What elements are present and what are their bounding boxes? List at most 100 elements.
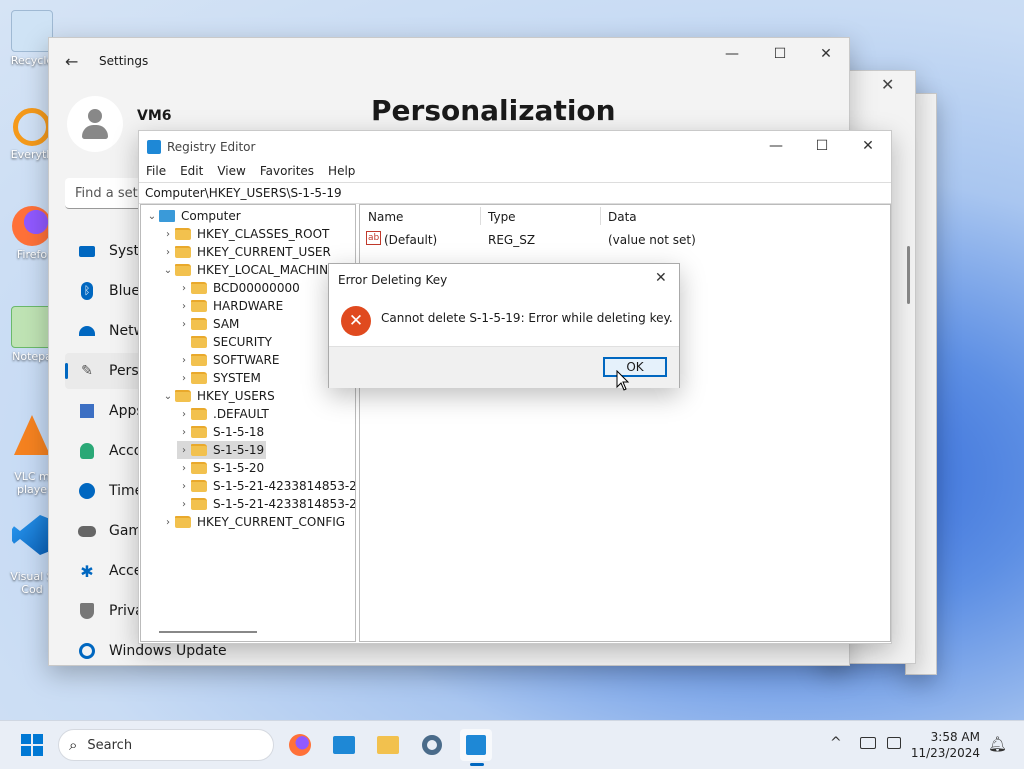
window-title: Registry Editor xyxy=(167,140,256,154)
person-icon xyxy=(77,441,97,461)
page-title: Personalization xyxy=(371,94,616,127)
folder-icon xyxy=(175,516,191,528)
notification-bell-icon[interactable]: 🔔︎ xyxy=(988,735,1007,753)
chevron-right-icon[interactable]: › xyxy=(177,301,191,312)
taskbar-task-manager[interactable] xyxy=(328,729,360,761)
tree-item[interactable]: › SOFTWARE xyxy=(177,351,279,369)
tree-item[interactable]: › S-1-5-21-4233814853-2264 xyxy=(177,477,355,495)
start-button[interactable] xyxy=(16,729,48,761)
chevron-right-icon[interactable]: › xyxy=(177,463,191,474)
search-input[interactable]: Find a sett xyxy=(65,178,145,209)
search-placeholder: Find a sett xyxy=(75,185,143,201)
chevron-right-icon[interactable]: › xyxy=(177,481,191,492)
folder-icon xyxy=(175,246,191,258)
vlc-cone-icon xyxy=(14,415,50,455)
horizontal-scrollbar[interactable] xyxy=(159,631,257,633)
tree-item[interactable]: › SYSTEM xyxy=(177,369,261,387)
minimize-button[interactable]: — xyxy=(753,131,799,161)
network-icon[interactable] xyxy=(887,737,901,749)
person-icon xyxy=(82,109,108,139)
folder-icon xyxy=(191,354,207,366)
value-row[interactable]: ab (Default) REG_SZ (value not set) xyxy=(360,231,890,249)
chevron-right-icon[interactable]: › xyxy=(177,427,191,438)
tree-item[interactable]: › S-1-5-19 xyxy=(177,441,267,459)
chevron-right-icon[interactable]: › xyxy=(177,319,191,330)
chevron-right-icon[interactable]: › xyxy=(177,355,191,366)
tree-item[interactable]: ⌄ HKEY_LOCAL_MACHINE xyxy=(161,261,336,279)
tree-item-label: SECURITY xyxy=(213,335,272,349)
tree-pane[interactable]: ⌄ Computer › HKEY_CLASSES_ROOT › HKEY_CURRENT… xyxy=(140,204,356,642)
tree-item[interactable]: › HKEY_CLASSES_ROOT xyxy=(161,225,329,243)
chevron-right-icon[interactable]: › xyxy=(161,247,175,258)
taskbar-firefox[interactable] xyxy=(284,729,316,761)
chevron-down-icon[interactable]: ⌄ xyxy=(161,265,175,276)
display-icon[interactable] xyxy=(860,737,876,749)
folder-icon xyxy=(175,390,191,402)
taskbar-file-explorer[interactable] xyxy=(372,729,404,761)
tree-item[interactable]: › S-1-5-18 xyxy=(177,423,264,441)
taskbar-registry-editor[interactable] xyxy=(460,729,492,761)
menu-file[interactable]: File xyxy=(146,164,166,178)
taskbar-settings[interactable] xyxy=(416,729,448,761)
tree-item-label: S-1-5-19 xyxy=(213,443,265,457)
chevron-down-icon[interactable]: ⌄ xyxy=(145,211,159,222)
computer-icon xyxy=(159,210,175,222)
clock-time[interactable]: 3:58 AM xyxy=(920,730,980,744)
tree-item[interactable]: › BCD00000000 xyxy=(177,279,300,297)
folder-icon xyxy=(191,372,207,384)
chevron-right-icon[interactable]: › xyxy=(177,373,191,384)
menu-edit[interactable]: Edit xyxy=(180,164,203,178)
desktop-icon-label: Firefo xyxy=(16,248,48,261)
maximize-button[interactable]: ☐ xyxy=(799,131,845,161)
folder-icon xyxy=(191,444,207,456)
chevron-down-icon[interactable]: ⌄ xyxy=(161,391,175,402)
tree-item-label: HKEY_CURRENT_USER xyxy=(197,245,331,259)
tree-item[interactable]: › S-1-5-21-4233814853-2264 xyxy=(177,495,355,513)
back-arrow-icon[interactable]: ← xyxy=(65,52,78,71)
desktop-icon-label: Everyth xyxy=(10,148,54,161)
tree-item[interactable]: › .DEFAULT xyxy=(177,405,269,423)
taskbar-search[interactable]: ⌕ Search xyxy=(58,729,274,761)
chevron-up-icon[interactable]: ^ xyxy=(830,735,842,751)
tree-item-label: S-1-5-20 xyxy=(213,461,265,475)
tree-item[interactable]: › HARDWARE xyxy=(177,297,283,315)
menu-view[interactable]: View xyxy=(217,164,245,178)
tree-item[interactable]: ⌄ Computer xyxy=(145,207,241,225)
chevron-right-icon[interactable]: › xyxy=(177,409,191,420)
tree-item[interactable]: › HKEY_CURRENT_USER xyxy=(161,243,331,261)
chevron-right-icon[interactable]: › xyxy=(161,229,175,240)
close-button[interactable]: ✕ xyxy=(803,38,849,70)
tree-item[interactable]: › S-1-5-20 xyxy=(177,459,264,477)
ok-button[interactable]: OK xyxy=(603,357,667,377)
tree-item-label: .DEFAULT xyxy=(213,407,269,421)
tree-item[interactable]: SECURITY xyxy=(177,333,272,351)
close-button[interactable]: ✕ xyxy=(655,270,667,286)
scrollbar[interactable] xyxy=(907,246,910,304)
tree-item[interactable]: › HKEY_CURRENT_CONFIG xyxy=(161,513,345,531)
menu-favorites[interactable]: Favorites xyxy=(260,164,314,178)
desktop-icon-label: Recycle xyxy=(10,54,54,67)
chevron-right-icon[interactable]: › xyxy=(177,499,191,510)
windows-logo-icon xyxy=(21,734,43,756)
clock-date[interactable]: 11/23/2024 xyxy=(910,746,980,760)
column-data[interactable]: Data xyxy=(608,210,637,224)
address-bar[interactable]: Computer\HKEY_USERS\S-1-5-19 xyxy=(139,182,891,204)
maximize-button[interactable]: ☐ xyxy=(757,38,803,70)
column-type[interactable]: Type xyxy=(488,210,516,224)
chevron-right-icon[interactable]: › xyxy=(177,283,191,294)
selection-indicator xyxy=(65,363,68,379)
chevron-right-icon[interactable]: › xyxy=(177,445,191,456)
menu-help[interactable]: Help xyxy=(328,164,355,178)
value-data: (value not set) xyxy=(608,233,696,247)
tree-item-label: Computer xyxy=(181,209,241,223)
chevron-right-icon[interactable]: › xyxy=(161,517,175,528)
close-icon[interactable]: ✕ xyxy=(881,75,894,94)
tree-item[interactable]: ⌄ HKEY_USERS xyxy=(161,387,275,405)
dialog-message: Cannot delete S-1-5-19: Error while dele… xyxy=(381,311,673,325)
tree-item[interactable]: › SAM xyxy=(177,315,239,333)
folder-icon xyxy=(191,300,207,312)
gear-icon xyxy=(422,735,442,755)
minimize-button[interactable]: — xyxy=(709,38,755,70)
close-button[interactable]: ✕ xyxy=(845,131,891,161)
column-name[interactable]: Name xyxy=(368,210,403,224)
